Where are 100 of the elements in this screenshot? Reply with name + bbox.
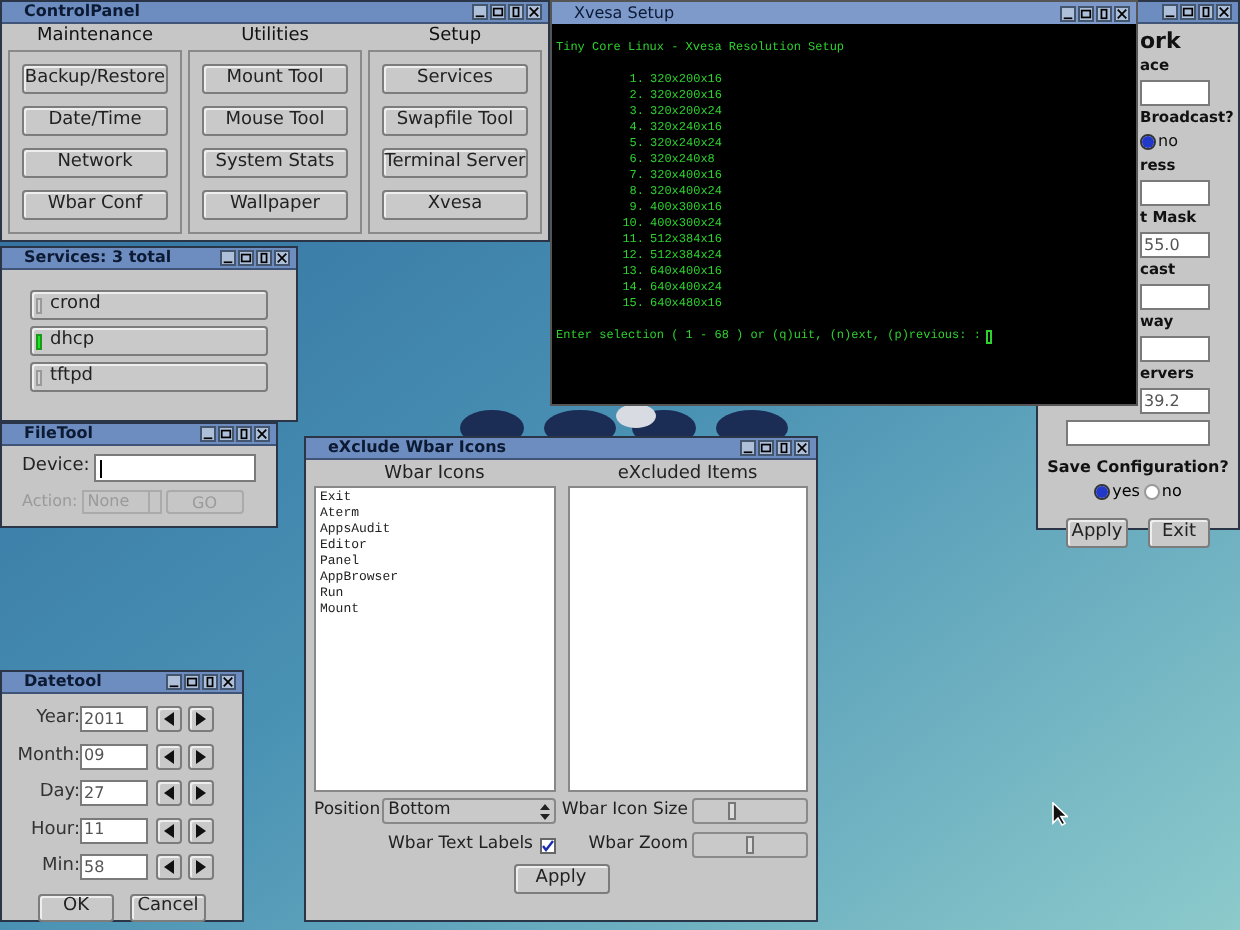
text-field[interactable] — [1140, 284, 1210, 310]
window-title: ControlPanel — [24, 4, 140, 20]
tool-button[interactable]: Services — [382, 64, 528, 94]
text-field[interactable]: 55.0 — [1140, 232, 1210, 258]
close-button[interactable] — [254, 426, 270, 442]
previous-button[interactable] — [156, 780, 182, 807]
right-arrow-icon — [196, 712, 206, 727]
slider[interactable] — [692, 832, 808, 858]
slider[interactable] — [692, 798, 808, 824]
window-title: Xvesa Setup — [574, 5, 675, 21]
maximize-button[interactable] — [238, 250, 254, 266]
text-field[interactable] — [1066, 420, 1210, 446]
maximize-button[interactable] — [218, 426, 234, 442]
list-heading: eXcluded Items — [617, 464, 758, 486]
device-field[interactable] — [93, 454, 256, 482]
restore-button[interactable] — [1198, 4, 1214, 20]
previous-button[interactable] — [156, 817, 182, 844]
slider-thumb[interactable] — [746, 836, 754, 854]
tool-button[interactable]: Mouse Tool — [202, 106, 348, 136]
radio-button[interactable] — [1143, 484, 1160, 500]
dialog-button[interactable]: Apply — [1066, 518, 1128, 548]
close-button[interactable] — [220, 674, 236, 690]
radio-button[interactable] — [1140, 134, 1156, 150]
next-button[interactable] — [188, 854, 214, 881]
previous-button[interactable] — [156, 706, 182, 733]
text-field[interactable]: 39.2 — [1140, 388, 1210, 414]
maximize-button[interactable] — [184, 674, 200, 690]
previous-button[interactable] — [156, 854, 182, 881]
tool-button[interactable]: Date/Time — [22, 106, 168, 136]
close-icon — [222, 676, 234, 688]
field-label: Wbar Zoom — [588, 832, 688, 858]
dialog-button[interactable]: OK — [38, 893, 114, 921]
service-button[interactable]: crond — [30, 290, 268, 320]
text-field[interactable]: 58 — [80, 854, 148, 881]
apply-button[interactable]: Apply — [513, 864, 609, 894]
next-button[interactable] — [188, 780, 214, 807]
maximize-button[interactable] — [1078, 5, 1094, 21]
slider-thumb[interactable] — [728, 802, 737, 820]
dialog-button[interactable]: Cancel — [130, 893, 206, 921]
restore-icon — [1200, 6, 1212, 18]
text-field[interactable] — [1140, 336, 1210, 362]
tool-button[interactable]: Network — [22, 148, 168, 178]
close-button[interactable] — [1114, 5, 1130, 21]
restore-button[interactable] — [508, 4, 524, 20]
close-button[interactable] — [274, 250, 290, 266]
close-button[interactable] — [1216, 4, 1232, 20]
minimize-button[interactable] — [166, 674, 182, 690]
minimize-button[interactable] — [1060, 5, 1076, 21]
tool-button[interactable]: Backup/Restore — [22, 64, 168, 94]
tool-button[interactable]: Terminal Server — [382, 148, 528, 178]
tool-button[interactable]: Mount Tool — [202, 64, 348, 94]
field-label: Wbar Text Labels — [388, 832, 533, 858]
restore-button[interactable] — [256, 250, 272, 266]
text-field[interactable]: 2011 — [80, 706, 148, 733]
tool-button[interactable]: Wbar Conf — [22, 190, 168, 220]
checkbox[interactable] — [539, 837, 555, 853]
close-button[interactable] — [526, 4, 542, 20]
close-icon — [1218, 6, 1230, 18]
restore-button[interactable] — [202, 674, 218, 690]
restore-icon — [258, 252, 270, 264]
next-button[interactable] — [188, 817, 214, 844]
field-label: Min: — [39, 854, 80, 880]
restore-button[interactable] — [776, 440, 792, 456]
mouse-pointer-icon — [1052, 802, 1068, 826]
minimize-button[interactable] — [740, 440, 756, 456]
tool-button[interactable]: System Stats — [202, 148, 348, 178]
radio-button[interactable] — [1094, 484, 1111, 500]
close-button[interactable] — [794, 440, 810, 456]
excluded-list[interactable] — [567, 486, 808, 792]
previous-button[interactable] — [156, 743, 182, 770]
restore-button[interactable] — [1096, 5, 1112, 21]
tool-button[interactable]: Swapfile Tool — [382, 106, 528, 136]
window-title: eXclude Wbar Icons — [328, 440, 507, 456]
maximize-button[interactable] — [490, 4, 506, 20]
text-field[interactable]: 09 — [80, 743, 148, 770]
restore-button[interactable] — [236, 426, 252, 442]
maximize-button[interactable] — [758, 440, 774, 456]
window-title: Services: 3 total — [24, 250, 172, 266]
minimize-button[interactable] — [200, 426, 216, 442]
radio-label: no — [1158, 134, 1178, 150]
text-field[interactable] — [1140, 80, 1210, 106]
position-select[interactable]: Bottom — [382, 798, 555, 824]
service-button[interactable]: tftpd — [30, 362, 268, 392]
minimize-button[interactable] — [472, 4, 488, 20]
minimize-button[interactable] — [1162, 4, 1178, 20]
minimize-button[interactable] — [220, 250, 236, 266]
maximize-button[interactable] — [1180, 4, 1196, 20]
next-button[interactable] — [188, 706, 214, 733]
text-field[interactable]: 27 — [80, 780, 148, 807]
text-field[interactable] — [1140, 180, 1210, 206]
maximize-icon — [186, 676, 198, 688]
tool-button[interactable]: Wallpaper — [202, 190, 348, 220]
next-button[interactable] — [188, 743, 214, 770]
dialog-button[interactable]: Exit — [1148, 518, 1210, 548]
tool-button[interactable]: Xvesa — [382, 190, 528, 220]
text-field[interactable]: 11 — [80, 817, 148, 844]
field-label: Month: — [15, 743, 80, 769]
service-button[interactable]: dhcp — [30, 326, 268, 356]
close-icon — [528, 6, 540, 18]
field-label: Wbar Icon Size — [561, 798, 688, 824]
